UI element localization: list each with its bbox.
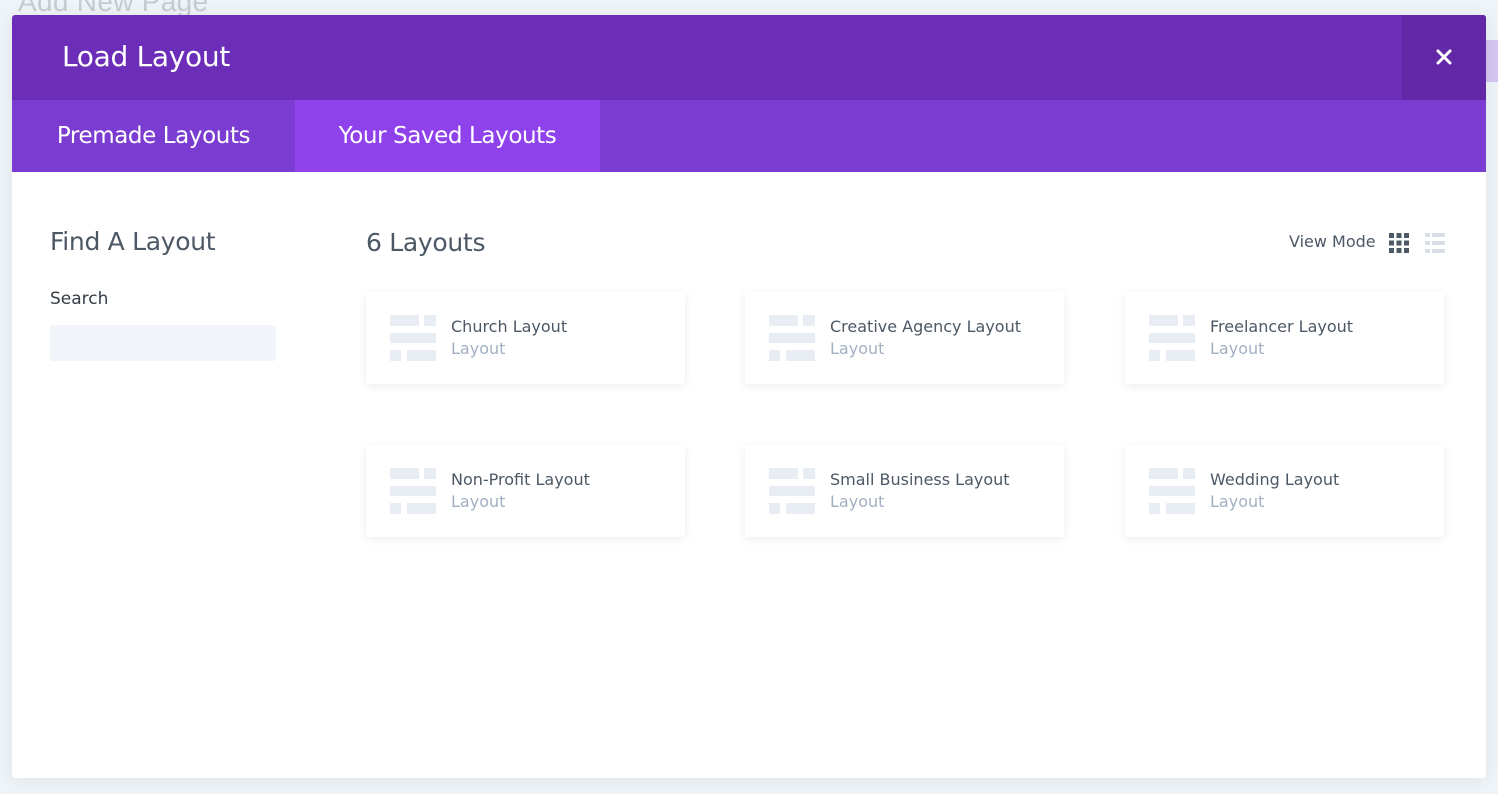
- search-label: Search: [50, 289, 109, 309]
- tab-your-saved-layouts[interactable]: Your Saved Layouts: [295, 100, 600, 172]
- layout-name: Creative Agency Layout: [830, 317, 1021, 336]
- layout-card[interactable]: Non-Profit Layout Layout: [366, 445, 685, 537]
- layout-thumbnail-icon: [390, 315, 436, 361]
- list-view-icon: [1425, 233, 1445, 253]
- tab-premade-layouts[interactable]: Premade Layouts: [12, 100, 295, 172]
- layout-type: Layout: [830, 339, 885, 358]
- background-button-edge: [1484, 40, 1498, 82]
- layout-type: Layout: [451, 492, 506, 511]
- layout-name: Wedding Layout: [1210, 470, 1340, 489]
- layout-thumbnail-icon: [769, 468, 815, 514]
- close-icon: [1436, 49, 1452, 65]
- list-view-button[interactable]: [1425, 233, 1445, 258]
- layout-type: Layout: [451, 339, 506, 358]
- grid-view-button[interactable]: [1389, 233, 1409, 258]
- layout-type: Layout: [1210, 492, 1265, 511]
- layout-name: Church Layout: [451, 317, 568, 336]
- tab-bar: Premade Layouts Your Saved Layouts: [12, 100, 1486, 172]
- layout-type: Layout: [1210, 339, 1265, 358]
- layout-thumbnail-icon: [1149, 315, 1195, 361]
- layout-name: Freelancer Layout: [1210, 317, 1354, 336]
- layout-type: Layout: [830, 492, 885, 511]
- sidebar-title: Find A Layout: [50, 227, 216, 256]
- grid-view-icon: [1389, 233, 1409, 253]
- layout-card[interactable]: Wedding Layout Layout: [1125, 445, 1444, 537]
- layout-name: Non-Profit Layout: [451, 470, 590, 489]
- search-input[interactable]: [50, 325, 276, 361]
- close-button[interactable]: [1402, 15, 1486, 100]
- load-layout-modal: Load Layout Premade Layouts Your Saved L…: [12, 15, 1486, 778]
- layout-card[interactable]: Church Layout Layout: [366, 292, 685, 384]
- modal-header: Load Layout: [12, 15, 1486, 100]
- layout-card[interactable]: Small Business Layout Layout: [745, 445, 1064, 537]
- layout-thumbnail-icon: [769, 315, 815, 361]
- layout-name: Small Business Layout: [830, 470, 1010, 489]
- layout-card[interactable]: Freelancer Layout Layout: [1125, 292, 1444, 384]
- modal-title: Load Layout: [62, 40, 230, 73]
- view-mode-label: View Mode: [1289, 232, 1376, 251]
- layout-card[interactable]: Creative Agency Layout Layout: [745, 292, 1064, 384]
- layout-thumbnail-icon: [390, 468, 436, 514]
- layout-thumbnail-icon: [1149, 468, 1195, 514]
- layout-count-title: 6 Layouts: [366, 228, 486, 257]
